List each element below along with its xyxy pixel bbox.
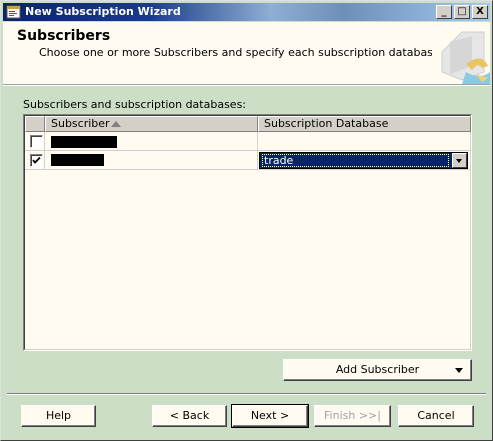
subscription-database-dropdown[interactable]: trade: [259, 152, 468, 169]
title-bar[interactable]: New Subscription Wizard _ □ X: [3, 3, 490, 21]
column-header-subscriber-label: Subscriber: [51, 117, 110, 130]
next-label: Next >: [250, 409, 290, 422]
database-cell[interactable]: trade: [258, 151, 471, 170]
subscriber-cell[interactable]: [45, 151, 258, 170]
page-title: Subscribers: [17, 28, 111, 44]
column-header-database[interactable]: Subscription Database: [258, 116, 471, 132]
add-subscriber-button[interactable]: Add Subscriber: [283, 359, 472, 381]
database-cell[interactable]: [258, 132, 471, 151]
checkmark-icon: [32, 156, 41, 164]
add-subscriber-label: Add Subscriber: [335, 363, 420, 376]
sort-ascending-icon: [111, 121, 121, 127]
help-button[interactable]: Help: [21, 405, 96, 427]
grid-body: Subscriber Subscription Database trade: [24, 115, 471, 350]
help-label: Help: [45, 409, 72, 422]
back-button[interactable]: < Back: [152, 405, 227, 427]
minimize-icon: _: [441, 6, 447, 17]
dropdown-button[interactable]: [452, 153, 467, 168]
maximize-icon: □: [457, 6, 467, 17]
wizard-graphic-icon: [432, 22, 490, 84]
row-check-cell: [25, 151, 45, 170]
redacted-subscriber-name: [51, 136, 117, 148]
next-button[interactable]: Next >: [231, 404, 309, 428]
minimize-button[interactable]: _: [436, 5, 452, 19]
grid-label-text: Subscribers and subscription databases:: [23, 98, 247, 111]
wizard-window: New Subscription Wizard _ □ X Subscriber…: [0, 0, 493, 441]
row-check-cell: [25, 132, 45, 151]
table-row[interactable]: trade: [25, 151, 471, 170]
cancel-button[interactable]: Cancel: [398, 405, 474, 427]
page-subtitle: Choose one or more Subscribers and speci…: [39, 46, 444, 59]
dropdown-arrow-icon: [455, 368, 463, 373]
subscriber-checkbox[interactable]: [30, 154, 43, 167]
subscribers-grid[interactable]: Subscriber Subscription Database trade: [23, 114, 472, 351]
footer-divider: [7, 393, 486, 395]
wizard-header: Subscribers Choose one or more Subscribe…: [3, 22, 490, 85]
table-row[interactable]: [25, 132, 471, 151]
maximize-button[interactable]: □: [454, 5, 470, 19]
subscriber-cell[interactable]: [45, 132, 258, 151]
column-header-database-label: Subscription Database: [264, 117, 389, 130]
finish-label: Finish >>|: [324, 409, 381, 422]
grid-label: Subscribers and subscription databases:: [23, 98, 246, 111]
wizard-app-icon: [6, 5, 21, 19]
window-title: New Subscription Wizard: [25, 5, 181, 18]
column-header-check[interactable]: [25, 116, 45, 132]
back-label: < Back: [169, 409, 210, 422]
chevron-down-icon: [456, 159, 462, 163]
cancel-label: Cancel: [417, 409, 455, 422]
column-header-subscriber[interactable]: Subscriber: [45, 116, 258, 132]
subscriber-checkbox[interactable]: [30, 135, 43, 148]
subscription-database-value: trade: [262, 154, 449, 167]
close-button[interactable]: X: [472, 5, 488, 19]
finish-button[interactable]: Finish >>|: [314, 405, 391, 427]
close-icon: X: [476, 6, 484, 17]
header-divider: [3, 85, 490, 86]
redacted-subscriber-name: [51, 154, 104, 166]
